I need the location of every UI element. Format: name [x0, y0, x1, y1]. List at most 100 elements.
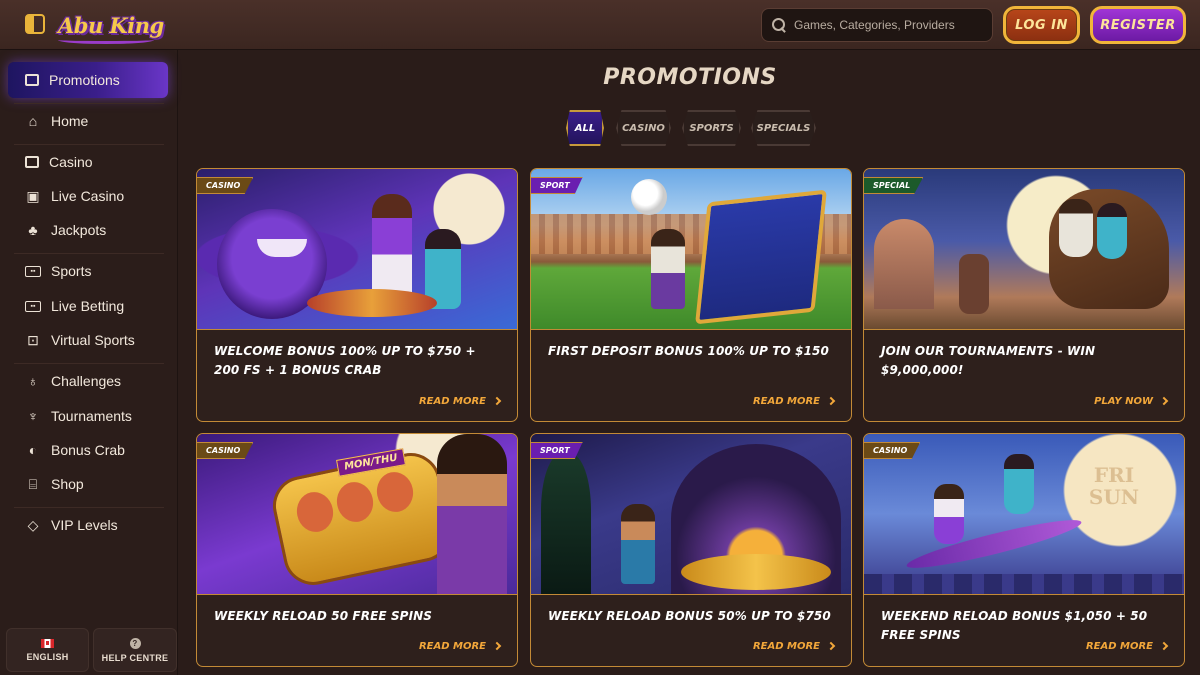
chevron-right-icon [1159, 641, 1169, 651]
sidebar-item-vip-levels[interactable]: ◇ VIP Levels [8, 507, 168, 543]
sidebar-item-home[interactable]: ⌂ Home [8, 103, 168, 139]
help-centre-button[interactable]: ? HELP CENTRE [93, 628, 177, 672]
promo-title: FIRST DEPOSIT BONUS 100% UP TO $150 [548, 344, 829, 358]
promo-title: WEEKEND RELOAD BONUS $1,050 + 50 FREE SP… [881, 609, 1148, 642]
sidebar: Promotions ⌂ Home Casino ▣ Live Casino ♣… [0, 50, 178, 675]
cta-label: READ MORE [752, 641, 820, 652]
cta-label: READ MORE [418, 641, 486, 652]
promo-title: JOIN OUR TOURNAMENTS - WIN $9,000,000! [881, 344, 1096, 377]
read-more-link[interactable]: READ MORE [752, 641, 836, 652]
flag-icon [41, 638, 54, 648]
tournaments-icon: ♆ [27, 408, 39, 424]
promo-card-first-deposit[interactable]: SPORT FIRST DEPOSIT BONUS 100% UP TO $15… [530, 168, 852, 422]
promo-card-weekly-free-spins[interactable]: MON/THU CASINO WEEKLY RELOAD 50 FREE SPI… [196, 433, 518, 667]
chevron-right-icon [492, 641, 502, 651]
sidebar-item-sports[interactable]: ▪▪ Sports [8, 253, 168, 289]
vip-icon: ◇ [27, 517, 39, 533]
promotions-icon [25, 74, 39, 86]
sidebar-toggle-icon[interactable] [25, 14, 45, 34]
language-button[interactable]: ENGLISH [6, 628, 89, 672]
category-badge: CASINO [197, 442, 254, 459]
card-divider [864, 329, 1184, 330]
sidebar-item-bonus-crab[interactable]: ◐ Bonus Crab [8, 432, 168, 468]
read-more-link[interactable]: READ MORE [1085, 641, 1169, 652]
sidebar-item-label: Live Betting [51, 298, 125, 314]
chevron-right-icon [826, 396, 836, 406]
sidebar-item-jackpots[interactable]: ♣ Jackpots [8, 212, 168, 248]
sidebar-item-casino[interactable]: Casino [8, 144, 168, 180]
sidebar-item-shop[interactable]: ⌸ Shop [8, 466, 168, 502]
promo-card-weekly-reload[interactable]: SPORT WEEKLY RELOAD BONUS 50% UP TO $750… [530, 433, 852, 667]
chevron-right-icon [826, 641, 836, 651]
category-badge: CASINO [864, 442, 921, 459]
card-divider [197, 594, 517, 595]
card-divider [864, 594, 1184, 595]
sports-icon: ▪▪ [25, 265, 41, 277]
card-divider [531, 594, 851, 595]
filter-specials[interactable]: SPECIALS [751, 110, 816, 146]
category-badge: CASINO [197, 177, 254, 194]
sidebar-item-label: Casino [49, 154, 93, 170]
read-more-link[interactable]: READ MORE [418, 641, 502, 652]
sidebar-item-tournaments[interactable]: ♆ Tournaments [8, 398, 168, 434]
promo-art-label: FRI SUN [1088, 463, 1140, 509]
live-betting-icon: ▪▪ [25, 300, 41, 312]
sidebar-item-challenges[interactable]: ♁ Challenges [8, 363, 168, 399]
jackpots-icon: ♣ [28, 222, 38, 238]
promo-title: WEEKLY RELOAD 50 FREE SPINS [214, 609, 433, 623]
login-button[interactable]: LOG IN [1003, 6, 1080, 44]
logo[interactable]: Abu King [58, 8, 164, 44]
filter-casino[interactable]: CASINO [616, 110, 671, 146]
card-divider [197, 329, 517, 330]
sidebar-item-label: Tournaments [51, 408, 132, 424]
read-more-link[interactable]: READ MORE [418, 396, 502, 407]
sidebar-item-label: Home [51, 113, 89, 129]
promo-card-tournaments[interactable]: SPECIAL JOIN OUR TOURNAMENTS - WIN $9,00… [863, 168, 1185, 422]
sidebar-item-live-betting[interactable]: ▪▪ Live Betting [8, 288, 168, 324]
page-title: PROMOTIONS [603, 65, 777, 90]
promo-image-cave-treasure [531, 434, 851, 594]
cta-label: READ MORE [1085, 641, 1153, 652]
search-input[interactable] [794, 18, 984, 32]
sidebar-item-label: Bonus Crab [51, 442, 125, 458]
sidebar-item-label: VIP Levels [51, 517, 118, 533]
sidebar-item-promotions[interactable]: Promotions [8, 62, 168, 98]
filter-sports[interactable]: SPORTS [682, 110, 741, 146]
cta-label: READ MORE [752, 396, 820, 407]
search-icon [772, 18, 786, 32]
chevron-right-icon [492, 396, 502, 406]
category-badge: SPORT [531, 442, 583, 459]
search-box[interactable] [761, 8, 993, 42]
logo-swoosh [58, 36, 154, 44]
register-button[interactable]: REGISTER [1090, 6, 1186, 44]
live-casino-icon: ▣ [26, 188, 40, 204]
promo-title: WELCOME BONUS 100% UP TO $750 + 200 FS +… [214, 344, 476, 377]
cta-label: READ MORE [418, 396, 486, 407]
virtual-sports-icon: ⊡ [27, 332, 39, 348]
filter-all[interactable]: ALL [566, 110, 604, 146]
shop-icon: ⌸ [28, 476, 38, 492]
sidebar-item-live-casino[interactable]: ▣ Live Casino [8, 178, 168, 214]
language-label: ENGLISH [26, 651, 69, 662]
home-icon: ⌂ [28, 113, 38, 129]
top-header: Abu King LOG IN REGISTER [0, 0, 1200, 50]
promo-title: WEEKLY RELOAD BONUS 50% UP TO $750 [548, 609, 831, 623]
category-badge: SPORT [531, 177, 583, 194]
promo-card-welcome-bonus[interactable]: CASINO WELCOME BONUS 100% UP TO $750 + 2… [196, 168, 518, 422]
promo-image-stadium [531, 169, 851, 329]
sidebar-item-label: Challenges [51, 373, 122, 389]
logo-text: Abu King [58, 12, 164, 38]
sidebar-item-virtual-sports[interactable]: ⊡ Virtual Sports [8, 322, 168, 358]
casino-icon [25, 156, 39, 168]
card-divider [531, 329, 851, 330]
sidebar-item-label: Jackpots [51, 222, 107, 238]
promo-card-weekend-reload[interactable]: FRI SUN CASINO WEEKEND RELOAD BONUS $1,0… [863, 433, 1185, 667]
help-icon: ? [129, 637, 141, 649]
bonus-crab-icon: ◐ [28, 442, 38, 458]
sidebar-item-label: Virtual Sports [51, 332, 135, 348]
help-centre-label: HELP CENTRE [101, 652, 169, 663]
read-more-link[interactable]: READ MORE [752, 396, 836, 407]
play-now-link[interactable]: PLAY NOW [1094, 396, 1169, 407]
sidebar-item-label: Promotions [49, 72, 120, 88]
category-badge: SPECIAL [864, 177, 924, 194]
